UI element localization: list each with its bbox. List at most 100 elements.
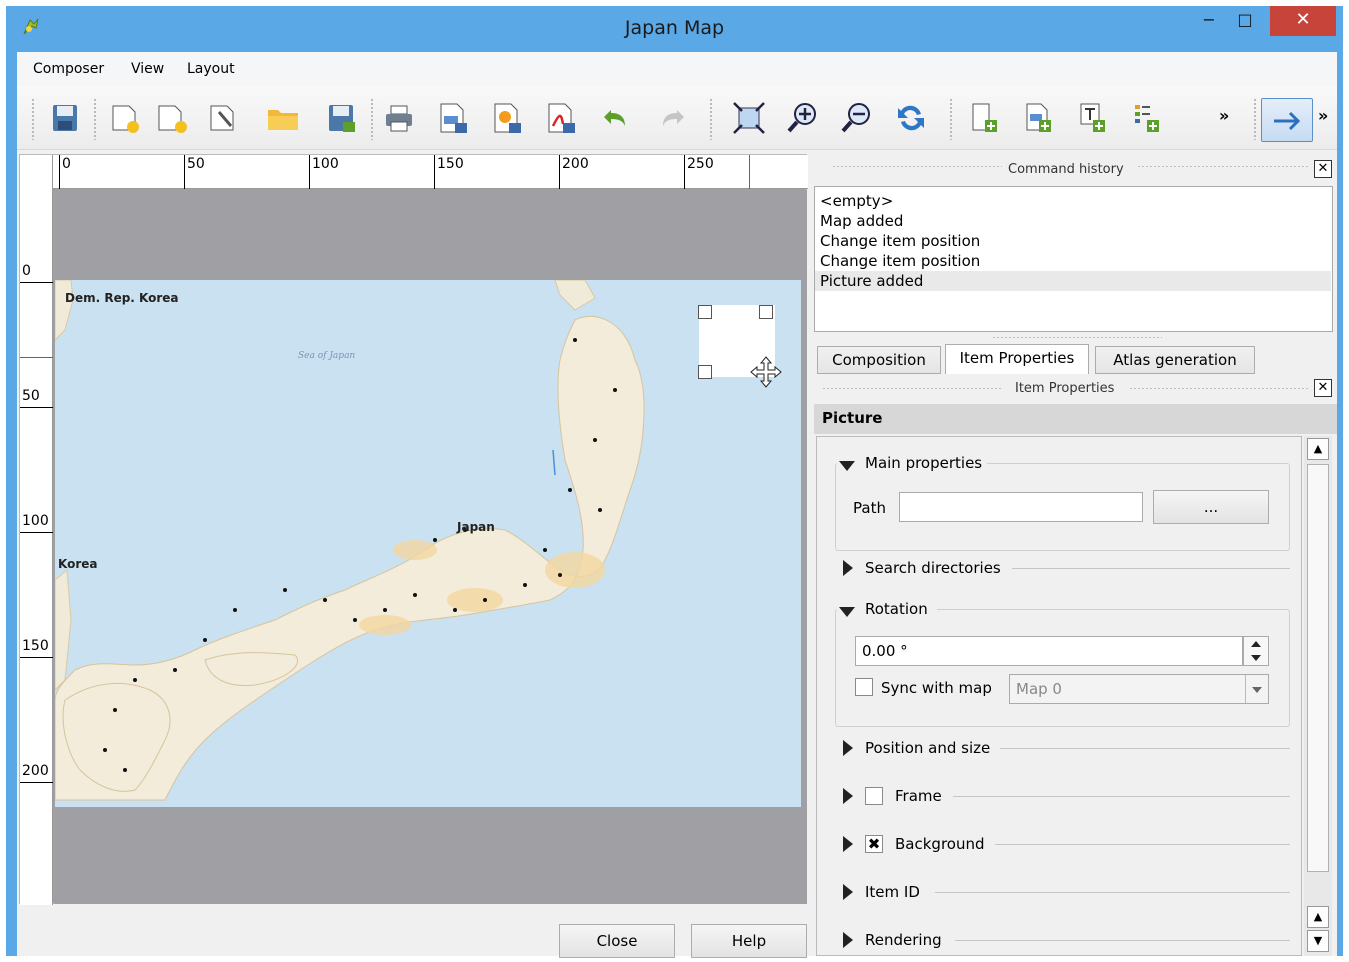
- select-divider: [1245, 675, 1246, 703]
- dock-splitter[interactable]: [992, 336, 1162, 339]
- frame-checkbox[interactable]: [865, 787, 883, 805]
- add-map-icon[interactable]: [967, 100, 1003, 136]
- picture-item[interactable]: [698, 305, 782, 388]
- rotation-spinbox[interactable]: 0.00 °: [855, 636, 1243, 666]
- add-image-icon[interactable]: [1021, 100, 1057, 136]
- tab-atlas-generation[interactable]: Atlas generation: [1095, 346, 1255, 374]
- history-item-selected[interactable]: Picture added: [815, 271, 1331, 291]
- zoom-full-icon[interactable]: [731, 100, 767, 136]
- history-item[interactable]: Change item position: [820, 231, 1332, 251]
- scroll-down-icon[interactable]: ▼: [1307, 930, 1329, 952]
- redo-icon[interactable]: [653, 100, 689, 136]
- collapse-right-icon[interactable]: [843, 788, 853, 804]
- history-item[interactable]: Change item position: [820, 251, 1332, 271]
- section-line: [1012, 568, 1290, 569]
- export-pdf-icon[interactable]: [543, 100, 579, 136]
- spin-down-icon[interactable]: [1251, 655, 1261, 661]
- menu-composer[interactable]: Composer: [33, 61, 104, 77]
- ruler-cursor-marker: [20, 357, 53, 358]
- main-properties-title[interactable]: Main properties: [865, 454, 982, 472]
- vertical-ruler[interactable]: 0 50 100 150 200: [20, 155, 53, 905]
- collapse-right-icon[interactable]: [843, 836, 853, 852]
- command-history-close-icon[interactable]: ✕: [1314, 160, 1332, 178]
- menu-layout[interactable]: Layout: [187, 61, 235, 77]
- search-directories-title[interactable]: Search directories: [865, 559, 1001, 577]
- close-button[interactable]: Close: [559, 924, 675, 958]
- add-label-icon[interactable]: [1075, 100, 1111, 136]
- maximize-button[interactable]: □: [1228, 6, 1262, 36]
- tab-composition[interactable]: Composition: [817, 346, 941, 374]
- open-template-icon[interactable]: [265, 100, 301, 136]
- map-select[interactable]: Map 0: [1009, 674, 1269, 704]
- rendering-title[interactable]: Rendering: [865, 931, 942, 949]
- add-legend-icon[interactable]: [1129, 100, 1165, 136]
- item-properties-close-icon[interactable]: ✕: [1314, 379, 1332, 397]
- map-item[interactable]: Dem. Rep. Korea Korea Japan Sea of Japan: [55, 280, 801, 807]
- toolbar-overflow-button[interactable]: »: [1219, 106, 1229, 125]
- export-svg-icon[interactable]: [489, 100, 525, 136]
- horizontal-ruler[interactable]: 0 50 100 150 200 250: [20, 155, 808, 189]
- help-button[interactable]: Help: [691, 924, 807, 958]
- scroll-up-icon-2[interactable]: ▲: [1307, 906, 1329, 928]
- properties-scroll-area: Main properties Path ... Search director…: [816, 436, 1302, 956]
- scroll-up-icon[interactable]: ▲: [1307, 438, 1329, 460]
- ruler-label: 200: [22, 763, 49, 779]
- save-template-icon[interactable]: [323, 100, 359, 136]
- scroll-thumb[interactable]: [1307, 464, 1329, 872]
- toolbar-overflow-button-2[interactable]: »: [1318, 106, 1328, 125]
- rotation-spin-buttons[interactable]: [1243, 636, 1269, 666]
- history-item[interactable]: <empty>: [820, 191, 1332, 211]
- history-item[interactable]: Map added: [820, 211, 1332, 231]
- properties-scrollbar[interactable]: ▲ ▲ ▼: [1304, 436, 1332, 956]
- section-line: [1000, 748, 1290, 749]
- export-image-icon[interactable]: [435, 100, 471, 136]
- composer-toolbar: » »: [17, 86, 1337, 150]
- dock-grip: [1129, 387, 1309, 390]
- resize-handle[interactable]: [698, 365, 712, 379]
- print-icon[interactable]: [381, 100, 417, 136]
- path-input[interactable]: [899, 492, 1143, 522]
- spin-up-icon[interactable]: [1251, 641, 1261, 647]
- collapse-right-icon[interactable]: [843, 884, 853, 900]
- menu-view[interactable]: View: [131, 61, 164, 77]
- duplicate-composer-icon[interactable]: [155, 100, 191, 136]
- zoom-out-icon[interactable]: [839, 100, 875, 136]
- command-history-list[interactable]: <empty> Map added Change item position C…: [814, 186, 1333, 332]
- composer-client: Composer View Layout » » 0 50 100 150 20…: [17, 52, 1337, 958]
- save-project-icon[interactable]: [47, 100, 83, 136]
- toolbar-separator: [31, 98, 35, 140]
- rotation-title[interactable]: Rotation: [865, 600, 928, 618]
- zoom-in-icon[interactable]: [785, 100, 821, 136]
- pan-composer-button[interactable]: [1261, 98, 1313, 142]
- sync-with-map-checkbox[interactable]: [855, 678, 873, 696]
- new-composer-icon[interactable]: [107, 100, 143, 136]
- ruler-tick: [20, 657, 53, 658]
- window-close-button[interactable]: ✕: [1270, 6, 1336, 36]
- path-label: Path: [853, 499, 886, 517]
- frame-title[interactable]: Frame: [895, 787, 942, 805]
- background-title[interactable]: Background: [895, 835, 985, 853]
- collapse-right-icon[interactable]: [843, 932, 853, 948]
- composer-manager-icon[interactable]: [205, 100, 241, 136]
- refresh-icon[interactable]: [893, 100, 929, 136]
- resize-handle[interactable]: [759, 305, 773, 319]
- composer-canvas[interactable]: 0 50 100 150 200 250 0 50 100 150 200 De…: [19, 154, 808, 905]
- undo-icon[interactable]: [599, 100, 635, 136]
- ruler-tick: [434, 155, 435, 189]
- collapse-down-icon[interactable]: [839, 607, 855, 617]
- tab-item-properties[interactable]: Item Properties: [945, 344, 1089, 374]
- window-title: Japan Map: [624, 17, 725, 39]
- browse-path-button[interactable]: ...: [1153, 490, 1269, 524]
- menu-bar: Composer View Layout: [17, 52, 1337, 86]
- resize-handle[interactable]: [698, 305, 712, 319]
- sync-with-map-label: Sync with map: [881, 679, 992, 697]
- collapse-down-icon[interactable]: [839, 461, 855, 471]
- map-label-japan: Japan: [457, 520, 495, 534]
- position-and-size-title[interactable]: Position and size: [865, 739, 990, 757]
- item-id-title[interactable]: Item ID: [865, 883, 920, 901]
- ruler-label: 100: [312, 156, 339, 172]
- minimize-button[interactable]: −: [1192, 6, 1226, 36]
- collapse-right-icon[interactable]: [843, 740, 853, 756]
- collapse-right-icon[interactable]: [843, 560, 853, 576]
- background-checkbox[interactable]: ✖: [865, 835, 883, 853]
